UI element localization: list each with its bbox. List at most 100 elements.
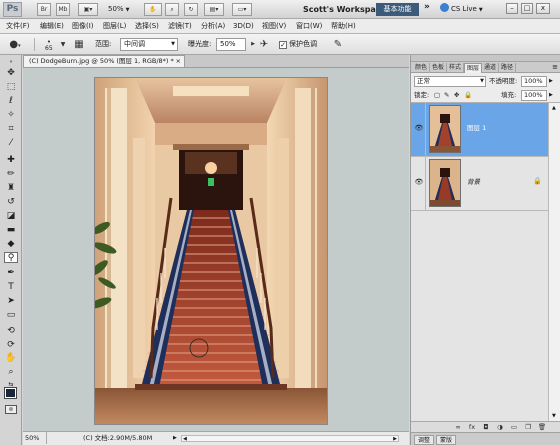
new-group-icon[interactable]: ▭ [509,423,519,432]
new-layer-icon[interactable]: ❐ [523,423,533,432]
lasso-tool-icon[interactable]: ℓ [4,96,18,107]
workspace-name[interactable]: Scott's Workspace [303,3,386,16]
exposure-input[interactable]: 50% [216,38,246,51]
eraser-tool-icon[interactable]: ◪ [4,211,18,222]
view-extras-button[interactable]: ▣▾ [78,3,98,16]
horizontal-scrollbar[interactable]: ◀ ▶ [181,435,399,442]
menu-file[interactable]: 文件(F) [6,21,30,32]
history-brush-tool-icon[interactable]: ↺ [4,197,18,208]
brush-tool-icon[interactable]: ✏ [4,169,18,180]
opacity-slider-toggle[interactable]: ▶ [549,76,553,87]
tab-paths[interactable]: 路径 [499,63,517,73]
lock-transparency-icon[interactable]: ▢ [434,90,440,101]
panel-dock-header[interactable] [411,55,560,62]
layer-style-icon[interactable]: fx [467,423,477,432]
zoom-level-dropdown[interactable]: 50% ▼ [108,3,129,16]
blend-mode-select[interactable]: 正常 ▼ [414,76,486,87]
foreground-color-swatch[interactable] [4,387,17,399]
zoom-tool-icon[interactable]: ⌕ [4,367,18,378]
close-button[interactable]: x [536,3,550,14]
pen-tool-icon[interactable]: ✒ [4,268,18,279]
add-mask-icon[interactable]: ◘ [481,423,491,432]
brush-panel-toggle-icon[interactable]: ▦ [72,38,86,51]
zoom-tool-button[interactable]: ⌕ [165,3,179,16]
layers-scrollbar[interactable]: ▲ ▼ [548,103,560,421]
menu-analysis[interactable]: 分析(A) [201,21,225,32]
tab-layers[interactable]: 图层 [464,63,483,73]
range-select[interactable]: 中间调 ▼ [120,38,178,51]
arrange-documents-button[interactable]: ▤▾ [204,3,224,16]
layer-name[interactable]: 背景 [467,178,480,187]
link-layers-icon[interactable]: ∞ [453,423,463,432]
panel-menu-icon[interactable]: ≡ [552,63,558,72]
menu-view[interactable]: 视图(V) [262,21,286,32]
eye-icon[interactable]: 👁 [414,124,424,132]
status-zoom-field[interactable]: 50% [25,432,47,444]
screen-mode-button[interactable]: ▭▾ [232,3,252,16]
tab-styles[interactable]: 样式 [447,63,465,73]
pressure-icon[interactable]: ✎ [331,38,345,51]
menu-window[interactable]: 窗口(W) [296,21,322,32]
workspace-essentials-button[interactable]: 基本功能 [376,3,419,16]
status-menu-arrow-icon[interactable]: ▶ [173,432,177,445]
tab-masks[interactable]: 蒙版 [436,435,457,445]
tab-adjustments[interactable]: 调整 [414,435,435,445]
minimize-button[interactable]: – [506,3,518,14]
lock-pixels-icon[interactable]: ✎ [444,90,449,101]
quick-mask-icon[interactable] [5,405,17,414]
healing-brush-tool-icon[interactable]: ✚ [4,155,18,166]
gradient-tool-icon[interactable]: ▬ [4,225,18,236]
launch-bridge-button[interactable]: Br [37,3,51,16]
menu-edit[interactable]: 编辑(E) [40,21,64,32]
quick-selection-tool-icon[interactable]: ✧ [4,110,18,121]
layer-row[interactable]: 👁 背景 🔒 [411,157,548,211]
tab-color[interactable]: 颜色 [413,63,431,73]
rotate-view-button[interactable]: ↻ [184,3,198,16]
eyedropper-tool-icon[interactable]: ⁄ [4,138,18,149]
layer-name[interactable]: 图层 1 [467,124,486,133]
cs-live-button[interactable]: CS Live ▼ [440,3,483,17]
move-tool-icon[interactable]: ✥ [4,68,18,79]
3d-camera-tool-icon[interactable]: ⟳ [4,340,18,351]
hand-tool-button[interactable]: ✋ [144,3,162,16]
menu-help[interactable]: 帮助(H) [331,21,356,32]
type-tool-icon[interactable]: T [4,282,18,293]
protect-tones-checkbox[interactable]: ✓ 保护色调 [279,39,317,50]
hand-tool-icon[interactable]: ✋ [4,353,18,364]
3d-rotate-tool-icon[interactable]: ⟲ [4,326,18,337]
scroll-right-icon[interactable]: ▶ [393,433,397,445]
tab-swatches[interactable]: 色板 [430,63,448,73]
adjustment-layer-icon[interactable]: ◑ [495,423,505,432]
fill-input[interactable]: 100% [521,90,547,101]
more-workspaces-button[interactable]: » [424,2,430,12]
document-size-info[interactable]: (C) 文档:2.90M/5.80M [83,432,152,445]
eye-icon[interactable]: 👁 [414,178,424,186]
marquee-tool-icon[interactable]: ⬚ [4,82,18,93]
layer-row[interactable]: 👁 图层 1 [411,103,548,157]
menu-filter[interactable]: 滤镜(T) [168,21,192,32]
airbrush-icon[interactable]: ✈ [257,38,271,51]
canvas-area[interactable] [23,67,409,431]
staircase-photo[interactable] [95,78,327,424]
close-tab-icon[interactable]: × [176,56,181,67]
dodge-tool-icon[interactable]: ⚲ [4,252,18,263]
lock-position-icon[interactable]: ✥ [454,90,459,101]
fill-slider-toggle[interactable]: ▶ [549,90,553,101]
launch-mini-bridge-button[interactable]: Mb [56,3,70,16]
crop-tool-icon[interactable]: ⌗ [4,124,18,135]
document-tab[interactable]: (C) DodgeBurn.jpg @ 50% (图层 1, RGB/8*) *… [23,55,185,67]
clone-stamp-tool-icon[interactable]: ♜ [4,183,18,194]
menu-image[interactable]: 图像(I) [72,21,94,32]
menu-select[interactable]: 选择(S) [135,21,159,32]
scroll-left-icon[interactable]: ◀ [183,433,187,445]
scroll-down-icon[interactable]: ▼ [552,413,556,419]
opacity-input[interactable]: 100% [521,76,547,87]
collapse-toolbox-icon[interactable]: » [4,57,18,68]
delete-layer-icon[interactable]: 🗑 [537,423,547,432]
scroll-up-icon[interactable]: ▲ [552,105,556,111]
lock-all-icon[interactable]: 🔒 [464,90,472,101]
chevron-down-icon[interactable]: ▼ [56,38,70,51]
shape-tool-icon[interactable]: ▭ [4,310,18,321]
path-selection-tool-icon[interactable]: ➤ [4,296,18,307]
menu-layer[interactable]: 图层(L) [103,21,126,32]
